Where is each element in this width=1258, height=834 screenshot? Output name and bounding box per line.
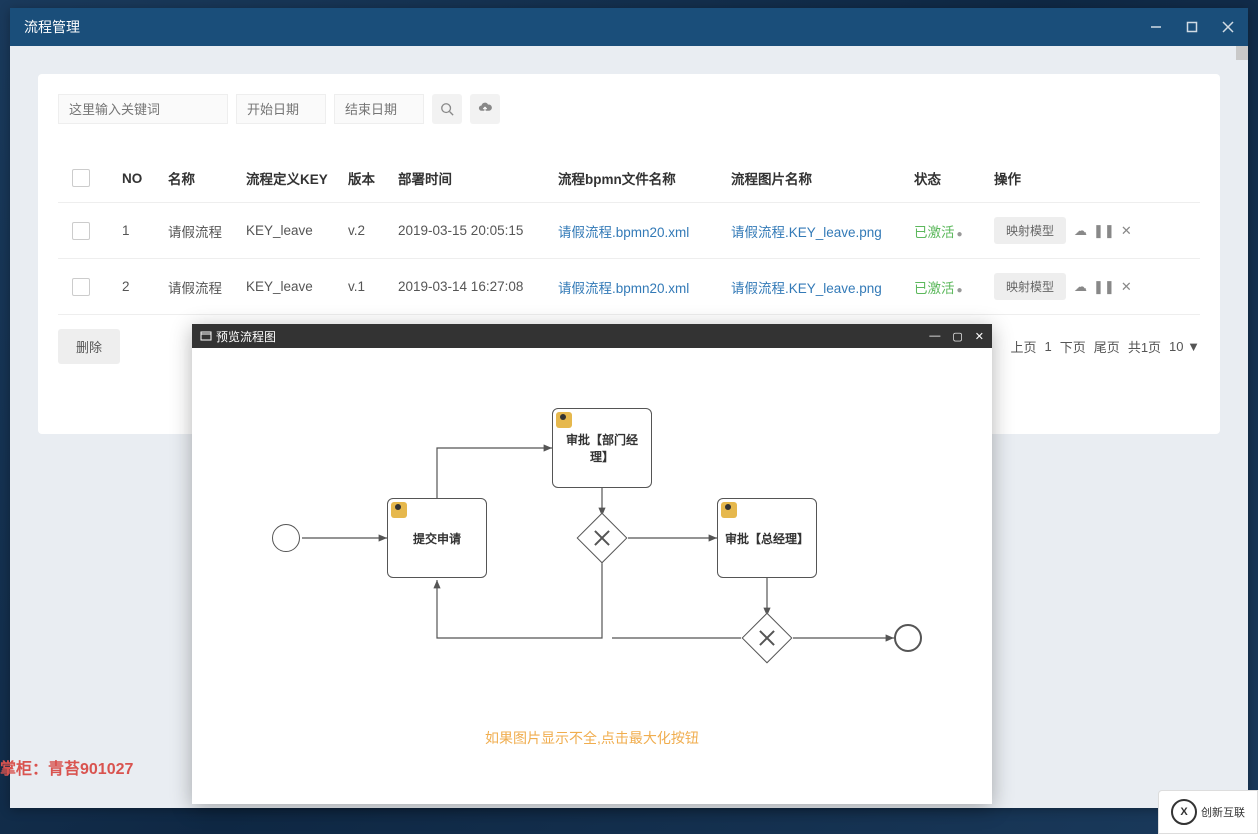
header-version: 版本 [344, 168, 394, 188]
cloud-download-icon[interactable]: ☁ [1074, 223, 1087, 239]
minimize-icon[interactable] [1150, 21, 1162, 33]
select-all-checkbox[interactable] [72, 169, 90, 187]
cell-version: v.2 [344, 223, 394, 238]
bpmn-task-dept: 审批【部门经理】 [552, 408, 652, 488]
bpmn-start-event [272, 524, 300, 552]
user-task-icon [721, 502, 737, 518]
dialog-title: 预览流程图 [216, 328, 929, 345]
table-row: 1 请假流程 KEY_leave v.2 2019-03-15 20:05:15… [58, 203, 1200, 259]
dialog-minimize-icon[interactable]: — [929, 330, 940, 343]
cell-key: KEY_leave [242, 279, 344, 294]
maximize-icon[interactable] [1186, 21, 1198, 33]
header-name: 名称 [164, 168, 242, 188]
map-model-button[interactable]: 映射模型 [994, 217, 1066, 244]
cell-no: 1 [118, 223, 164, 238]
next-page[interactable]: 下页 [1060, 337, 1086, 356]
bpmn-diagram: 提交申请 审批【部门经理】 审批【总经理】 [232, 368, 952, 718]
user-task-icon [391, 502, 407, 518]
brand-name: 创新互联 [1201, 804, 1245, 820]
start-date-input[interactable] [236, 94, 326, 124]
last-page[interactable]: 尾页 [1094, 337, 1120, 356]
cloud-upload-icon [478, 102, 492, 116]
delete-row-icon[interactable]: ✕ [1121, 279, 1132, 295]
window-controls [1150, 21, 1234, 33]
end-date-input[interactable] [334, 94, 424, 124]
header-status: 状态 [910, 168, 990, 188]
cell-deploy-time: 2019-03-15 20:05:15 [394, 223, 554, 238]
cell-deploy-time: 2019-03-14 16:27:08 [394, 279, 554, 294]
image-link[interactable]: 请假流程.KEY_leave.png [727, 221, 910, 241]
bpmn-link[interactable]: 请假流程.bpmn20.xml [554, 277, 727, 297]
header-key: 流程定义KEY [242, 168, 344, 188]
cell-key: KEY_leave [242, 223, 344, 238]
bpmn-task-submit: 提交申请 [387, 498, 487, 578]
delete-button[interactable]: 删除 [58, 329, 120, 364]
pagination: 上页 1 下页 尾页 共1页 10 ▼ [1011, 337, 1200, 356]
bpmn-task-label: 提交申请 [413, 530, 461, 547]
prev-page[interactable]: 上页 [1011, 337, 1037, 356]
header-no: NO [118, 171, 164, 186]
bpmn-link[interactable]: 请假流程.bpmn20.xml [554, 221, 727, 241]
bpmn-end-event [894, 624, 922, 652]
cloud-download-icon[interactable]: ☁ [1074, 279, 1087, 295]
total-pages: 共1页 [1128, 337, 1161, 356]
bpmn-task-gm: 审批【总经理】 [717, 498, 817, 578]
filter-row [58, 94, 1200, 124]
pause-icon[interactable]: ❚❚ [1093, 279, 1115, 295]
keyword-input[interactable] [58, 94, 228, 124]
header-bpmn: 流程bpmn文件名称 [554, 168, 727, 188]
dialog-titlebar: 预览流程图 — ▢ ✕ [192, 324, 992, 348]
status-dot-icon: ● [957, 285, 963, 296]
scrollbar-up-button[interactable] [1236, 46, 1248, 60]
process-table: NO 名称 流程定义KEY 版本 部署时间 流程bpmn文件名称 流程图片名称 … [58, 154, 1200, 315]
header-image: 流程图片名称 [727, 168, 910, 188]
bpmn-task-label: 审批【部门经理】 [557, 431, 647, 465]
search-button[interactable] [432, 94, 462, 124]
status-dot-icon: ● [957, 229, 963, 240]
table-header: NO 名称 流程定义KEY 版本 部署时间 流程bpmn文件名称 流程图片名称 … [58, 154, 1200, 203]
close-icon[interactable] [1222, 21, 1234, 33]
table-row: 2 请假流程 KEY_leave v.1 2019-03-14 16:27:08… [58, 259, 1200, 315]
page-number[interactable]: 1 [1045, 339, 1052, 354]
upload-button[interactable] [470, 94, 500, 124]
status-label: 已激活 [914, 281, 955, 296]
page-size-select[interactable]: 10 ▼ [1169, 339, 1200, 354]
delete-row-icon[interactable]: ✕ [1121, 223, 1132, 239]
cell-name: 请假流程 [164, 277, 242, 297]
status-label: 已激活 [914, 225, 955, 240]
vertical-scrollbar[interactable] [1236, 46, 1248, 808]
image-link[interactable]: 请假流程.KEY_leave.png [727, 277, 910, 297]
watermark-text: 掌柜：青苔901027 [0, 755, 133, 779]
user-task-icon [556, 412, 572, 428]
brand-logo-icon: X [1171, 799, 1197, 825]
window-icon [200, 330, 212, 342]
header-operate: 操作 [990, 168, 1190, 188]
header-deploy-time: 部署时间 [394, 168, 554, 188]
dialog-body: 提交申请 审批【部门经理】 审批【总经理】 如果图片显示不全,点击最大化按钮 [192, 348, 992, 804]
cell-version: v.1 [344, 279, 394, 294]
cell-no: 2 [118, 279, 164, 294]
cell-name: 请假流程 [164, 221, 242, 241]
row-checkbox[interactable] [72, 222, 90, 240]
preview-dialog: 预览流程图 — ▢ ✕ [192, 324, 992, 804]
brand-badge: X 创新互联 [1158, 790, 1258, 834]
window-title: 流程管理 [24, 17, 1150, 37]
bpmn-task-label: 审批【总经理】 [725, 530, 809, 547]
search-icon [440, 102, 454, 116]
pause-icon[interactable]: ❚❚ [1093, 223, 1115, 239]
dialog-hint: 如果图片显示不全,点击最大化按钮 [232, 728, 952, 748]
dialog-maximize-icon[interactable]: ▢ [952, 330, 962, 343]
dialog-close-icon[interactable]: ✕ [975, 330, 984, 343]
row-checkbox[interactable] [72, 278, 90, 296]
map-model-button[interactable]: 映射模型 [994, 273, 1066, 300]
window-titlebar: 流程管理 [10, 8, 1248, 46]
